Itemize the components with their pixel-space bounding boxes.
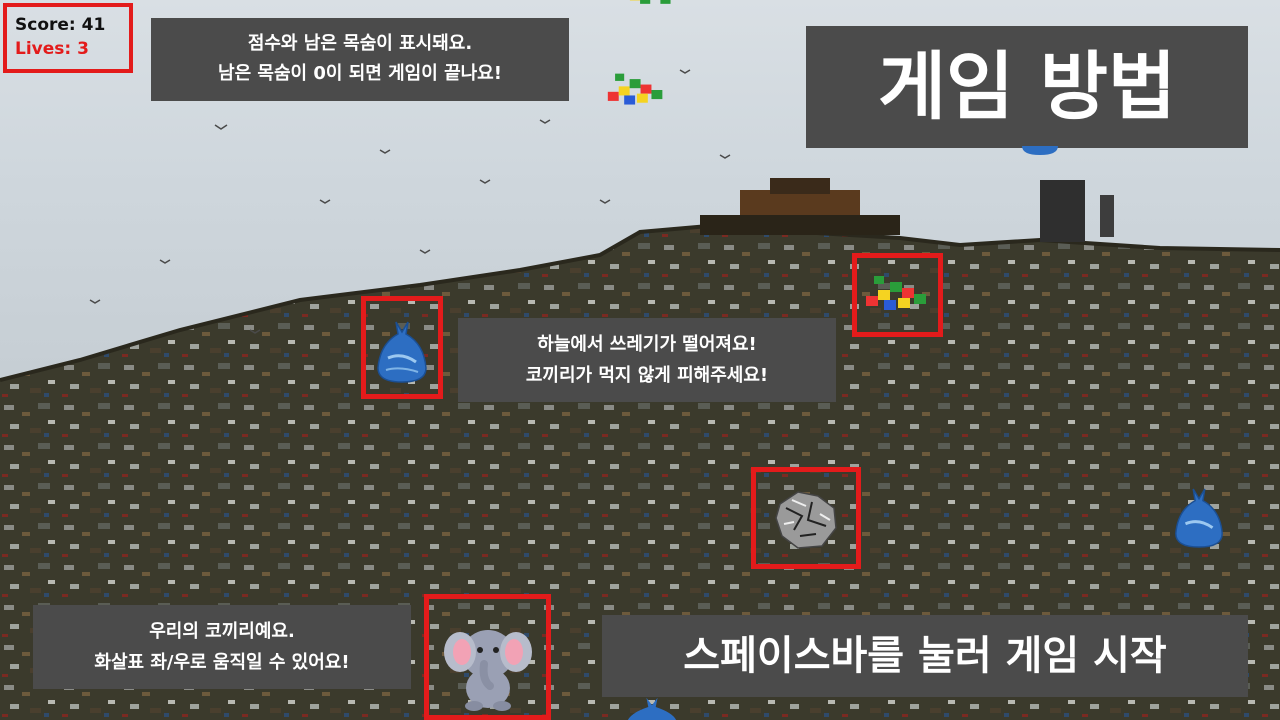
falling-tip-line-2: 코끼리가 먹지 않게 피해주세요! — [525, 365, 769, 386]
toy-blocks-icon — [866, 276, 926, 310]
score-tip-line-2: 남은 목숨이 0이 되면 게임이 끝나요! — [218, 63, 502, 84]
plastic-bag-icon — [377, 321, 427, 383]
lives-label: Lives: 3 — [15, 39, 89, 59]
plastic-bag-icon — [1022, 146, 1058, 155]
plastic-bag-icon — [1175, 488, 1223, 548]
crumpled-foil-icon — [775, 491, 837, 549]
page-title: 게임 방법 — [877, 44, 1177, 130]
score-tip-line-1: 점수와 남은 목숨이 표시돼요. — [247, 33, 473, 54]
falling-trash-tip-panel: 하늘에서 쓰레기가 떨어져요! 코끼리가 먹지 않게 피해주세요! — [458, 318, 836, 402]
elephant-tip-line-2: 화살표 좌/우로 움직일 수 있어요! — [94, 652, 350, 673]
plastic-bag-icon — [627, 697, 677, 720]
score-tip-panel: 점수와 남은 목숨이 표시돼요. 남은 목숨이 0이 되면 게임이 끝나요! — [151, 18, 569, 101]
toy-blocks-icon — [629, 0, 671, 4]
start-prompt: 스페이스바를 눌러 게임 시작 — [683, 633, 1167, 679]
title-panel: 게임 방법 — [806, 26, 1248, 148]
elephant-tip-line-1: 우리의 코끼리예요. — [149, 621, 295, 642]
elephant-tip-panel: 우리의 코끼리예요. 화살표 좌/우로 움직일 수 있어요! — [33, 605, 411, 689]
start-prompt-panel: 스페이스바를 눌러 게임 시작 — [602, 615, 1248, 697]
score-lives-hud: Score: 41 Lives: 3 — [3, 3, 133, 73]
toy-blocks-icon — [607, 73, 663, 105]
score-label: Score: 41 — [15, 15, 106, 35]
elephant-icon — [444, 630, 532, 711]
falling-tip-line-1: 하늘에서 쓰레기가 떨어져요! — [537, 334, 757, 355]
